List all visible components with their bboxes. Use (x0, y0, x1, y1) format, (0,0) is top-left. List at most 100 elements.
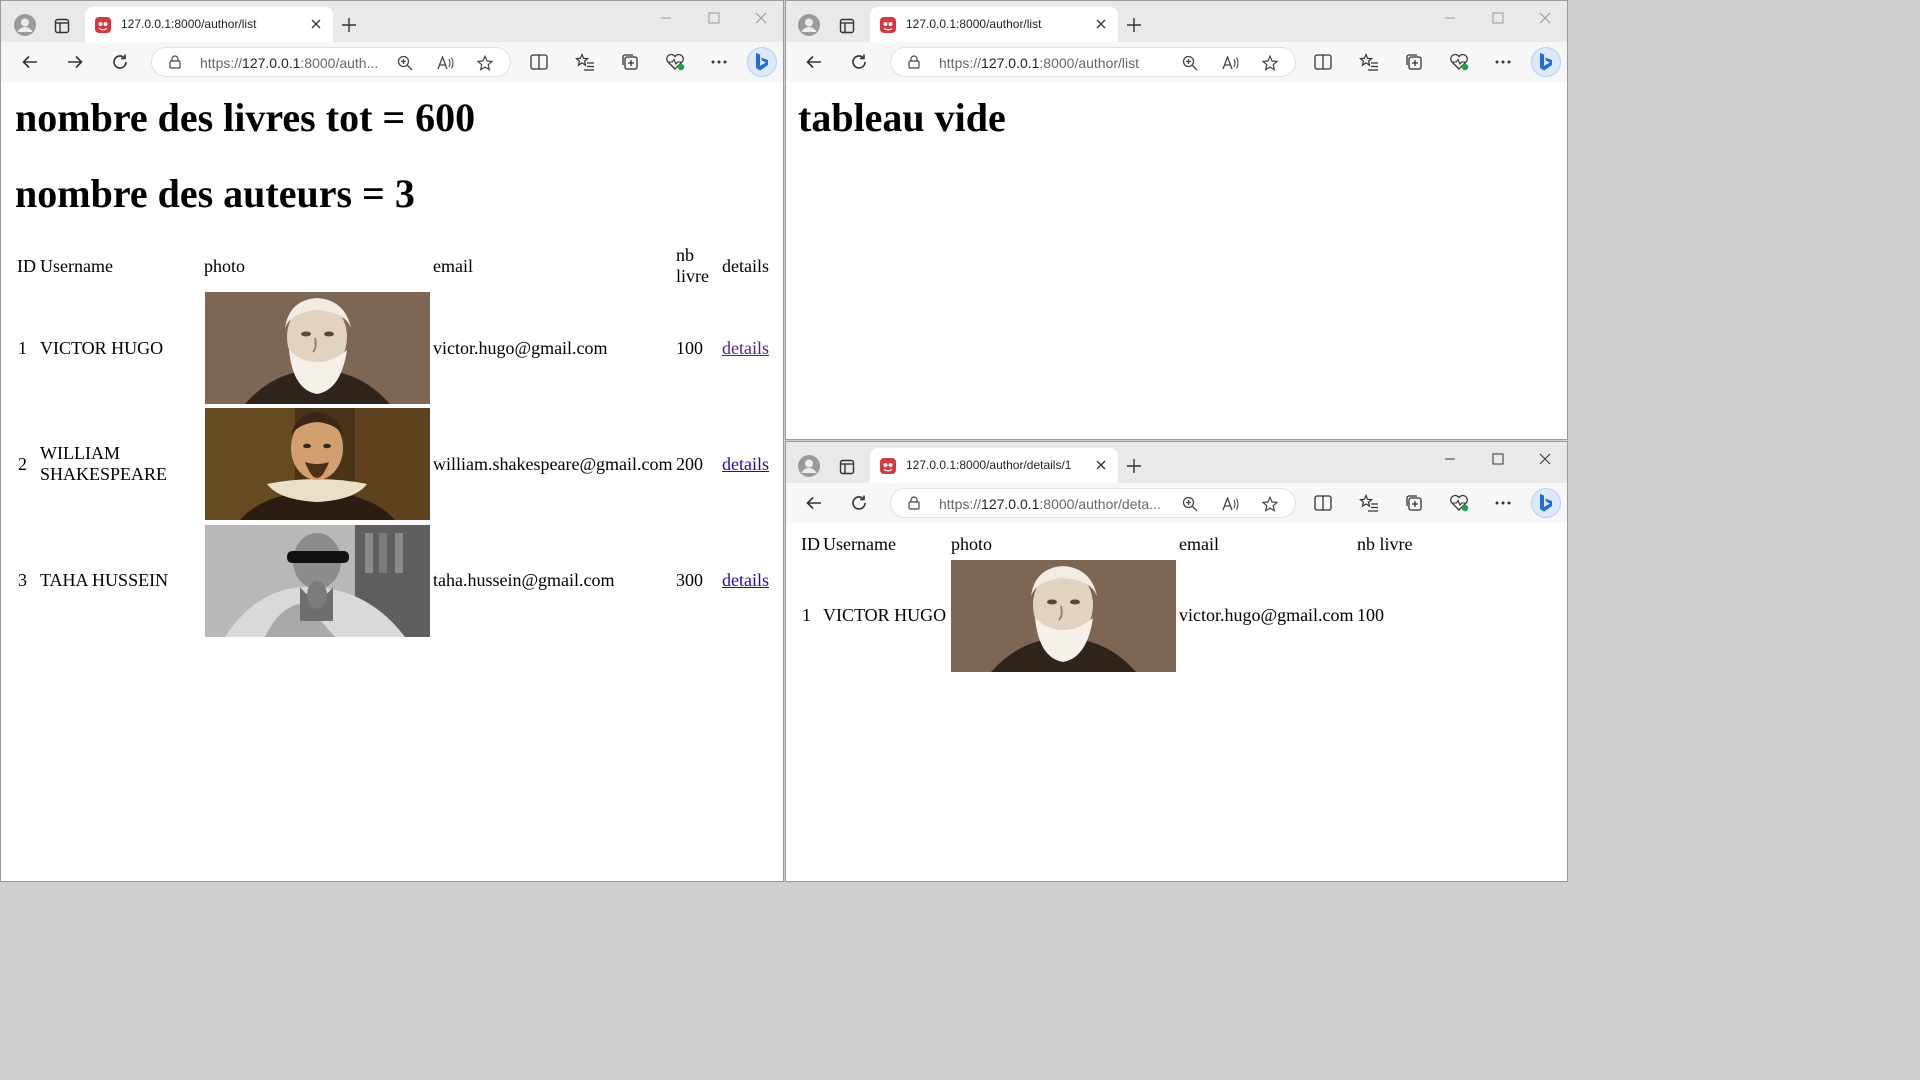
more-options-icon[interactable] (707, 50, 731, 74)
collections-icon[interactable] (1402, 491, 1426, 515)
row-2-email: william.shakespeare@gmail.com (433, 454, 673, 474)
split-screen-icon[interactable] (1311, 50, 1335, 74)
tab-title: 127.0.0.1:8000/author/list (121, 17, 257, 31)
refresh-icon[interactable] (847, 491, 871, 515)
maximize-icon[interactable] (1483, 7, 1513, 29)
row-1-nb-livre: 100 (676, 338, 703, 358)
col-header-photo: photo (951, 534, 993, 554)
address-bar[interactable]: https://127.0.0.1:8000/author/list (890, 47, 1296, 77)
col-header-email: email (1179, 534, 1219, 554)
active-tab[interactable]: 127.0.0.1:8000/author/list (85, 7, 333, 42)
collections-icon[interactable] (1402, 50, 1426, 74)
back-icon[interactable] (802, 50, 826, 74)
navigation-toolbar: https://127.0.0.1:8000/author/deta... (786, 483, 1567, 524)
favicon-icon (880, 17, 896, 33)
read-aloud-icon[interactable] (436, 54, 456, 72)
favorites-icon[interactable] (1357, 50, 1381, 74)
maximize-icon[interactable] (699, 7, 729, 29)
copilot-icon[interactable] (1531, 47, 1561, 77)
address-bar[interactable]: https://127.0.0.1:8000/auth... (151, 47, 511, 77)
close-window-icon[interactable] (746, 7, 776, 29)
split-screen-icon[interactable] (527, 50, 551, 74)
col-header-details: details (722, 256, 769, 276)
more-options-icon[interactable] (1491, 491, 1515, 515)
new-tab-icon[interactable] (1122, 13, 1146, 37)
active-tab[interactable]: 127.0.0.1:8000/author/details/1 (870, 448, 1118, 483)
close-window-icon[interactable] (1530, 7, 1560, 29)
favorite-star-icon[interactable] (476, 54, 494, 72)
close-window-icon[interactable] (1530, 448, 1560, 470)
zoom-icon[interactable] (1181, 54, 1199, 72)
browser-window-author-list: 127.0.0.1:8000/author/list https://127.0… (0, 0, 784, 882)
browser-window-empty-list: 127.0.0.1:8000/author/list https://127.0… (785, 0, 1568, 440)
back-icon[interactable] (18, 50, 42, 74)
new-tab-icon[interactable] (337, 13, 361, 37)
row-2-details-link[interactable]: details (722, 454, 769, 475)
navigation-toolbar: https://127.0.0.1:8000/auth... (1, 42, 783, 83)
row-1-details-link[interactable]: details (722, 338, 769, 359)
read-aloud-icon[interactable] (1221, 54, 1241, 72)
lock-icon[interactable] (907, 496, 921, 510)
favicon-icon (95, 17, 111, 33)
active-tab[interactable]: 127.0.0.1:8000/author/list (870, 7, 1118, 42)
lock-icon[interactable] (907, 55, 921, 69)
zoom-icon[interactable] (1181, 495, 1199, 513)
split-screen-icon[interactable] (1311, 491, 1335, 515)
address-bar[interactable]: https://127.0.0.1:8000/author/deta... (890, 488, 1296, 518)
row-2-id: 2 (18, 454, 27, 474)
close-tab-icon[interactable] (1092, 15, 1110, 33)
browser-essentials-icon[interactable] (1447, 50, 1471, 74)
close-tab-icon[interactable] (1092, 456, 1110, 474)
favorite-star-icon[interactable] (1261, 495, 1279, 513)
browser-window-author-details: 127.0.0.1:8000/author/details/1 https://… (785, 441, 1568, 882)
profile-icon[interactable] (797, 454, 821, 478)
col-header-nb-livre: nb livre (1357, 534, 1413, 554)
browser-essentials-icon[interactable] (663, 50, 687, 74)
col-header-id: ID (801, 534, 820, 554)
profile-icon[interactable] (13, 13, 37, 37)
tab-bar: 127.0.0.1:8000/author/list (786, 1, 1567, 42)
row-3-details-link[interactable]: details (722, 570, 769, 591)
profile-icon[interactable] (797, 13, 821, 37)
url-text[interactable]: https://127.0.0.1:8000/author/deta... (939, 496, 1161, 512)
row-3-id: 3 (18, 570, 27, 590)
tab-actions-icon[interactable] (836, 15, 858, 37)
zoom-icon[interactable] (396, 54, 414, 72)
minimize-icon[interactable] (651, 7, 681, 29)
minimize-icon[interactable] (1435, 448, 1465, 470)
page-content: tableau vide (786, 82, 1567, 439)
minimize-icon[interactable] (1435, 7, 1465, 29)
favorites-icon[interactable] (1357, 491, 1381, 515)
favorite-star-icon[interactable] (1261, 54, 1279, 72)
tab-actions-icon[interactable] (836, 456, 858, 478)
refresh-icon[interactable] (847, 50, 871, 74)
col-header-id: ID (17, 256, 36, 276)
forward-icon[interactable] (63, 50, 87, 74)
collections-icon[interactable] (618, 50, 642, 74)
row-1-email: victor.hugo@gmail.com (1179, 605, 1354, 625)
lock-icon[interactable] (168, 55, 182, 69)
total-authors-heading: nombre des auteurs = 3 (15, 171, 415, 216)
row-1-username: VICTOR HUGO (40, 338, 164, 358)
tab-actions-icon[interactable] (51, 15, 73, 37)
row-3-email: taha.hussein@gmail.com (433, 570, 615, 590)
copilot-icon[interactable] (1531, 488, 1561, 518)
copilot-icon[interactable] (747, 47, 777, 77)
row-3-username: TAHA HUSSEIN (40, 570, 169, 590)
row-2-nb-livre: 200 (676, 454, 703, 474)
row-1-email: victor.hugo@gmail.com (433, 338, 608, 358)
url-text[interactable]: https://127.0.0.1:8000/auth... (200, 55, 378, 71)
refresh-icon[interactable] (108, 50, 132, 74)
url-text[interactable]: https://127.0.0.1:8000/author/list (939, 55, 1139, 71)
row-2-username: WILLIAM SHAKESPEARE (40, 443, 168, 484)
new-tab-icon[interactable] (1122, 454, 1146, 478)
favicon-icon (880, 458, 896, 474)
favorites-icon[interactable] (573, 50, 597, 74)
read-aloud-icon[interactable] (1221, 495, 1241, 513)
page-content: ID Username photo email nb livre 1 VICTO… (786, 523, 1567, 881)
maximize-icon[interactable] (1483, 448, 1513, 470)
close-tab-icon[interactable] (307, 15, 325, 33)
browser-essentials-icon[interactable] (1447, 491, 1471, 515)
more-options-icon[interactable] (1491, 50, 1515, 74)
back-icon[interactable] (802, 491, 826, 515)
